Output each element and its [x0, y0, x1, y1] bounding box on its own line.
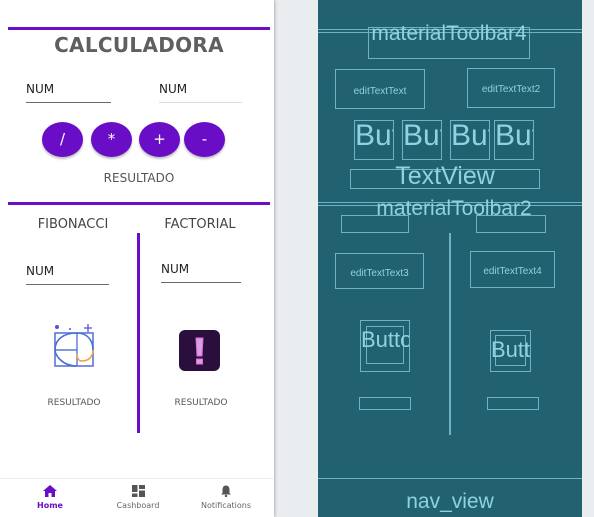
blueprint-edit-text-1-label: editTextText [353, 86, 407, 97]
divide-button[interactable]: / [42, 122, 83, 157]
blueprint-edit-text-4-label: editTextText4 [483, 266, 542, 277]
nav-item-home[interactable]: Home [5, 485, 95, 510]
vertical-divider [137, 233, 140, 433]
blueprint-fibonacci-button-label: Button [361, 327, 409, 352]
bottom-navigation: Home Cashboard Notifications [0, 478, 274, 517]
blueprint-text-view-label: TextView [395, 162, 495, 190]
blueprint-toolbar-top[interactable]: materialToolbar4 [368, 22, 530, 59]
fibonacci-result: RESULTADO [47, 398, 101, 408]
factorial-num-input[interactable]: NUM [161, 262, 241, 283]
section-divider [8, 202, 270, 205]
add-button[interactable]: + [139, 122, 180, 157]
blueprint-factorial-button[interactable]: Button [490, 330, 531, 372]
blueprint-button-1[interactable]: Button [354, 119, 394, 160]
blueprint-preview: materialToolbar4 editTextText editTextTe… [318, 0, 582, 517]
factorial-result: RESULTADO [174, 398, 228, 408]
num-input-2[interactable]: NUM [159, 82, 242, 103]
blueprint-nav-view[interactable]: nav_view [318, 478, 582, 517]
blueprint-button-2[interactable]: Button [402, 119, 442, 160]
calculator-result: RESULTADO [103, 171, 175, 185]
blueprint-edit-text-3[interactable]: editTextText3 [335, 253, 424, 289]
nav-label-dashboard: Cashboard [116, 501, 160, 510]
nav-item-dashboard[interactable]: Cashboard [93, 485, 183, 510]
blueprint-button-3[interactable]: Button [450, 119, 490, 160]
fibonacci-button[interactable] [52, 323, 98, 369]
num-input-1[interactable]: NUM [26, 82, 111, 103]
phone-design-preview: CALCULADORA NUM NUM / * + - RESULTADO FI… [0, 0, 274, 517]
blueprint-factorial-title [476, 215, 546, 233]
blueprint-fibonacci-result [359, 397, 411, 410]
blueprint-edit-text-3-label: editTextText3 [350, 268, 409, 279]
top-toolbar-divider [8, 27, 270, 30]
exclamation-icon [195, 337, 204, 365]
fibonacci-title: FIBONACCI [37, 217, 109, 232]
multiply-button[interactable]: * [91, 122, 132, 157]
blueprint-edit-text-4[interactable]: editTextText4 [470, 251, 555, 288]
blueprint-fibonacci-title [341, 215, 409, 233]
blueprint-edit-text-1[interactable]: editTextText [335, 69, 425, 109]
blueprint-factorial-button-label: Button [491, 337, 530, 362]
blueprint-edit-text-2[interactable]: editTextText2 [467, 68, 555, 108]
blueprint-toolbar-top-label: materialToolbar4 [371, 22, 527, 45]
blueprint-button-1-label: Button [355, 119, 393, 152]
blueprint-button-4-label: Button [495, 119, 533, 152]
bell-icon [221, 485, 231, 497]
dashboard-icon [131, 485, 145, 497]
factorial-title: FACTORIAL [164, 217, 236, 232]
nav-item-notifications[interactable]: Notifications [181, 485, 271, 510]
nav-label-home: Home [37, 501, 63, 510]
home-icon [43, 485, 57, 497]
blueprint-nav-view-label: nav_view [406, 490, 494, 513]
factorial-button[interactable] [179, 330, 220, 371]
subtract-button[interactable]: - [184, 122, 225, 157]
blueprint-button-4[interactable]: Button [494, 119, 534, 160]
page-title: CALCULADORA [54, 33, 224, 57]
fibonacci-spiral-icon [54, 324, 94, 367]
blueprint-factorial-result [487, 397, 539, 410]
nav-label-notifications: Notifications [200, 501, 252, 510]
blueprint-button-2-label: Button [403, 119, 441, 152]
fibonacci-num-input[interactable]: NUM [26, 264, 109, 285]
blueprint-vertical-divider [449, 233, 451, 435]
blueprint-text-view: TextView [350, 162, 540, 190]
blueprint-edit-text-2-label: editTextText2 [481, 84, 541, 95]
blueprint-button-3-label: Button [451, 119, 489, 152]
blueprint-fibonacci-button[interactable]: Button [360, 320, 410, 372]
